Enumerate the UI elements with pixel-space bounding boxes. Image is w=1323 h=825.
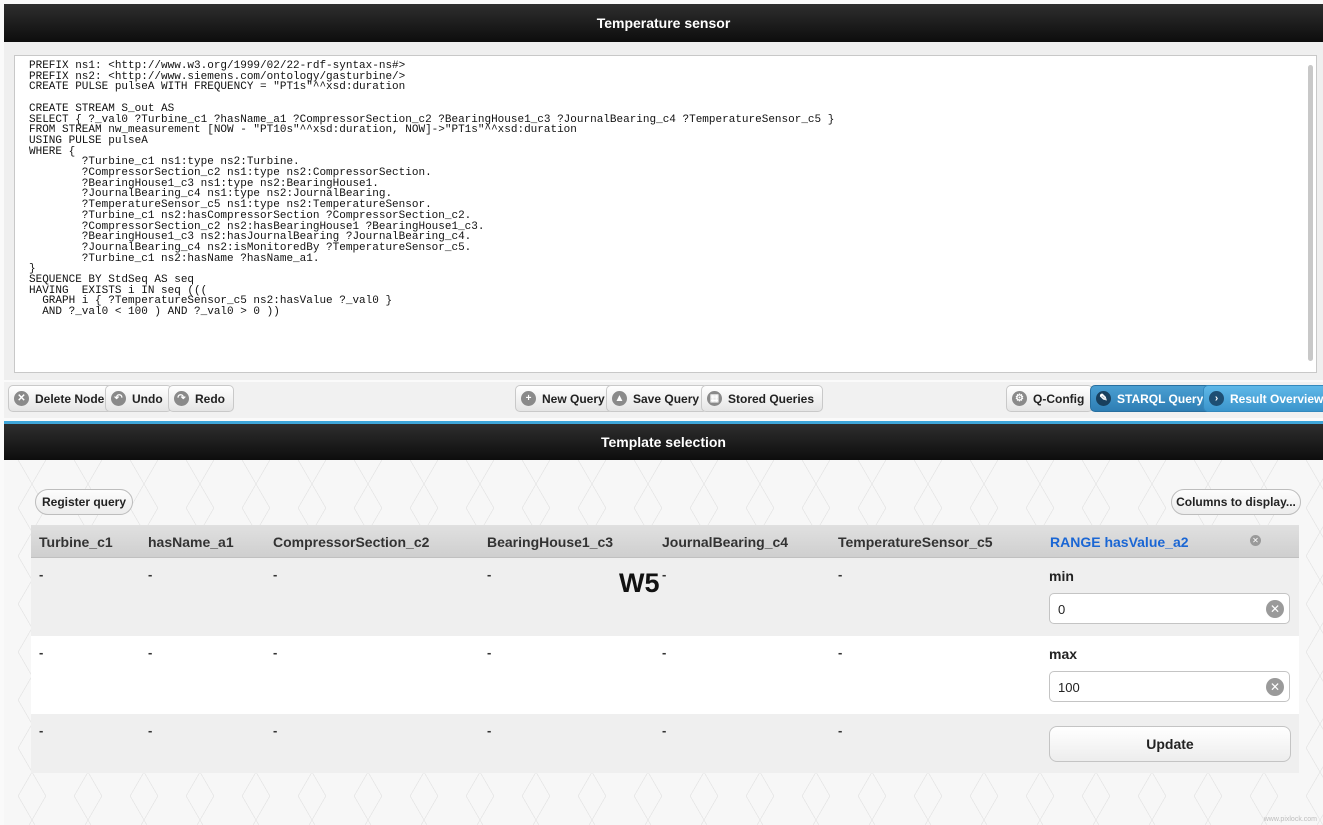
max-input[interactable]: 100 ✕: [1049, 671, 1290, 702]
min-input[interactable]: 0 ✕: [1049, 593, 1290, 624]
editor-scrollbar[interactable]: [1307, 57, 1315, 363]
column-header[interactable]: hasName_a1: [148, 534, 234, 550]
query-text[interactable]: PREFIX ns1: <http://www.w3.org/1999/02/2…: [29, 61, 1302, 318]
delete-node-button[interactable]: ✕ Delete Node: [8, 385, 114, 412]
column-header-range[interactable]: RANGE hasValue_a2: [1050, 534, 1189, 550]
table-cell: -: [662, 645, 667, 660]
save-query-label: Save Query: [633, 391, 700, 406]
column-header[interactable]: BearingHouse1_c3: [487, 534, 613, 550]
overlay-label: W5: [619, 568, 660, 598]
table-cell: -: [148, 567, 153, 582]
table-cell: -: [273, 645, 278, 660]
table-cell: -: [838, 567, 843, 582]
undo-button[interactable]: ↶ Undo: [105, 385, 172, 412]
undo-label: Undo: [132, 391, 163, 406]
table-cell: -: [487, 723, 492, 738]
table-cell: -: [838, 723, 843, 738]
remove-column-icon[interactable]: ✕: [1250, 535, 1261, 546]
table-cell: -: [39, 723, 44, 738]
register-query-button[interactable]: Register query: [35, 489, 133, 515]
table-cell: -: [148, 645, 153, 660]
query-editor[interactable]: PREFIX ns1: <http://www.w3.org/1999/02/2…: [14, 55, 1317, 373]
new-query-label: New Query: [542, 391, 605, 406]
redo-icon: ↷: [174, 391, 189, 406]
sensor-title-bar: Temperature sensor: [4, 4, 1323, 42]
table-cell: -: [662, 723, 667, 738]
gear-icon: ⚙: [1012, 391, 1027, 406]
watermark: www.pixlock.com: [1263, 816, 1317, 823]
delete-node-label: Delete Node: [35, 391, 105, 406]
plus-icon: +: [521, 391, 536, 406]
stored-queries-label: Stored Queries: [728, 391, 815, 406]
template-title: Template selection: [600, 434, 726, 450]
table-cell: -: [838, 645, 843, 660]
table-cell: -: [273, 723, 278, 738]
grid-icon: ▦: [707, 391, 722, 406]
result-overview-label: Result Overview: [1230, 391, 1323, 406]
pencil-icon: ✎: [1096, 391, 1111, 406]
save-query-button[interactable]: ▲ Save Query: [606, 385, 709, 412]
table-row: - - - - - - min 0 ✕: [31, 558, 1299, 636]
min-label: min: [1049, 568, 1074, 584]
max-input-value: 100: [1058, 680, 1080, 695]
chevron-right-icon: ›: [1209, 391, 1224, 406]
template-title-bar: Template selection: [4, 421, 1323, 460]
clear-max-icon[interactable]: ✕: [1266, 678, 1284, 696]
redo-label: Redo: [195, 391, 225, 406]
editor-scroll-thumb[interactable]: [1308, 65, 1313, 361]
sensor-title: Temperature sensor: [596, 15, 731, 31]
q-config-button[interactable]: ⚙ Q-Config: [1006, 385, 1094, 412]
max-label: max: [1049, 646, 1078, 662]
app-window: Temperature sensor PREFIX ns1: <http://w…: [0, 0, 1323, 825]
table-row: - - - - - - max 100 ✕: [31, 636, 1299, 714]
redo-button[interactable]: ↷ Redo: [168, 385, 234, 412]
template-selection-area: Register query Columns to display... Tur…: [4, 460, 1323, 825]
chevron-up-icon: ▲: [612, 391, 627, 406]
min-input-value: 0: [1058, 602, 1066, 617]
table-cell: -: [148, 723, 153, 738]
column-header[interactable]: JournalBearing_c4: [662, 534, 788, 550]
table-cell: -: [487, 567, 492, 582]
starql-query-button[interactable]: ✎ STARQL Query: [1090, 385, 1213, 412]
update-label: Update: [1146, 736, 1194, 752]
table-cell: -: [39, 645, 44, 660]
table-row: - - - - - - Update: [31, 714, 1299, 773]
table-header: Turbine_c1 hasName_a1 CompressorSection_…: [31, 525, 1299, 558]
clear-min-icon[interactable]: ✕: [1266, 600, 1284, 618]
new-query-button[interactable]: + New Query: [515, 385, 614, 412]
starql-query-label: STARQL Query: [1117, 391, 1204, 406]
column-header[interactable]: TemperatureSensor_c5: [838, 534, 993, 550]
query-toolbar: ✕ Delete Node ↶ Undo ↷ Redo + New Query …: [4, 382, 1323, 418]
columns-to-display-button[interactable]: Columns to display...: [1171, 489, 1301, 515]
column-header[interactable]: CompressorSection_c2: [273, 534, 429, 550]
close-circle-icon: ✕: [14, 391, 29, 406]
update-button[interactable]: Update: [1049, 726, 1291, 762]
table-cell: -: [662, 567, 667, 582]
table-cell: -: [39, 567, 44, 582]
q-config-label: Q-Config: [1033, 391, 1085, 406]
register-query-label: Register query: [41, 495, 127, 509]
column-header[interactable]: Turbine_c1: [39, 534, 113, 550]
columns-to-display-label: Columns to display...: [1176, 495, 1296, 509]
stored-queries-button[interactable]: ▦ Stored Queries: [701, 385, 824, 412]
undo-icon: ↶: [111, 391, 126, 406]
table-cell: -: [487, 645, 492, 660]
table-cell: -: [273, 567, 278, 582]
query-editor-panel: PREFIX ns1: <http://www.w3.org/1999/02/2…: [4, 42, 1323, 380]
template-table: Turbine_c1 hasName_a1 CompressorSection_…: [31, 525, 1299, 773]
result-overview-button[interactable]: › Result Overview: [1203, 385, 1323, 412]
